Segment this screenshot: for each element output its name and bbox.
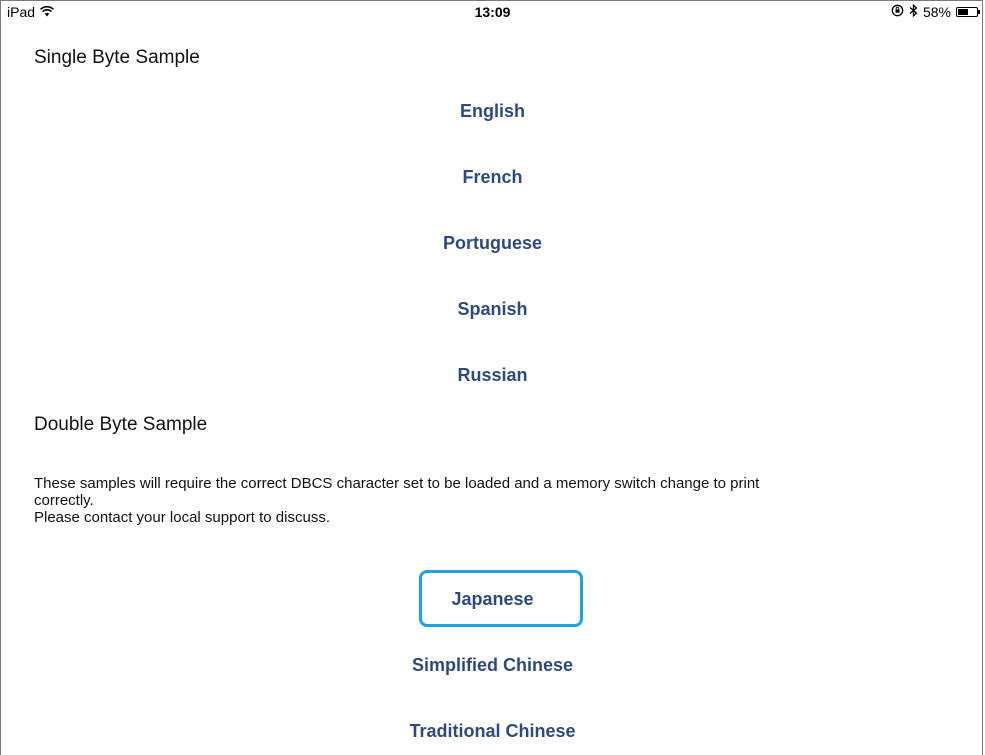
japanese-button[interactable]: Japanese [1, 589, 984, 610]
dbcs-note-line-1: These samples will require the correct D… [34, 475, 760, 492]
dbcs-note-line-3: Please contact your local support to dis… [34, 509, 330, 526]
traditional-chinese-button[interactable]: Traditional Chinese [1, 721, 984, 742]
clock: 13:09 [474, 4, 511, 20]
english-button[interactable]: English [1, 101, 984, 122]
dbcs-note-line-2: correctly. [34, 492, 94, 509]
lock-rotation-icon [891, 4, 904, 20]
dbcs-note: These samples will require the correct D… [34, 475, 964, 526]
status-bar: iPad 13:09 58% [1, 1, 984, 23]
app-window: iPad 13:09 58% Single Byte Sample Englis… [0, 0, 983, 755]
double-byte-title: Double Byte Sample [34, 414, 208, 435]
battery-percent: 58% [922, 4, 951, 20]
french-button[interactable]: French [1, 167, 984, 188]
battery-icon [956, 7, 980, 17]
portuguese-button[interactable]: Portuguese [1, 233, 984, 254]
battery-fill [958, 9, 968, 15]
russian-button[interactable]: Russian [1, 365, 984, 386]
status-right: 58% [891, 3, 980, 20]
bluetooth-icon [909, 3, 918, 20]
simplified-chinese-button[interactable]: Simplified Chinese [1, 655, 984, 676]
battery-nub [978, 10, 980, 14]
spanish-button[interactable]: Spanish [1, 299, 984, 320]
single-byte-title: Single Byte Sample [34, 47, 200, 68]
